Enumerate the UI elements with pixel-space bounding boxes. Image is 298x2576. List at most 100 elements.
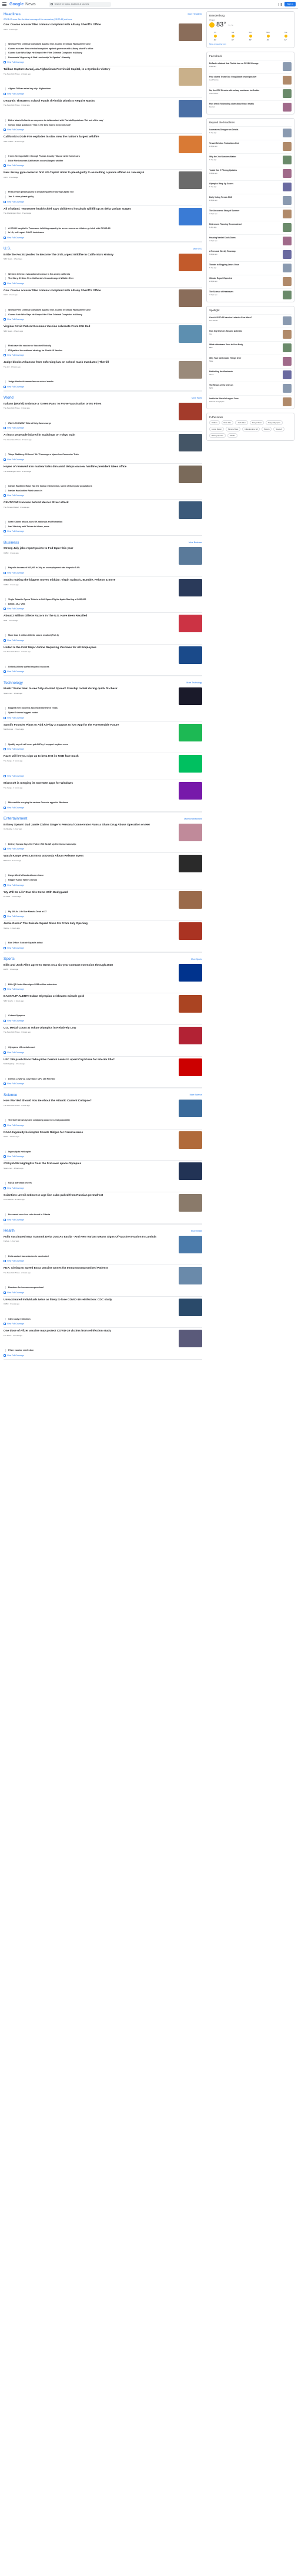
related-article-title[interactable]: SpaceX shows biggest rocket xyxy=(8,712,38,714)
sidebar-article-title[interactable]: The Return of the Drive-In xyxy=(209,384,281,386)
article-thumbnail[interactable] xyxy=(179,1100,202,1118)
topic-chip[interactable]: Tokyo Olympics xyxy=(266,420,283,425)
sidebar-thumbnail[interactable] xyxy=(283,103,292,112)
sidebar-article-title[interactable]: A Personal Weekly Roundup xyxy=(209,250,281,252)
sidebar-thumbnail[interactable] xyxy=(283,210,292,218)
full-coverage-link[interactable]: View Full Coverage xyxy=(4,282,202,285)
full-coverage-link[interactable]: View Full Coverage xyxy=(4,1218,202,1221)
sidebar-article-title[interactable]: Tenant Eviction Protections End xyxy=(209,142,281,144)
topic-chip[interactable]: Josh Allen xyxy=(235,420,248,425)
related-article-title[interactable]: ICU patient in a national strategy for C… xyxy=(8,349,62,352)
article-thumbnail[interactable] xyxy=(179,361,202,379)
article-title[interactable]: Musk: 'Some time' to see fully-stacked S… xyxy=(4,687,175,691)
related-article-title[interactable]: Derrick Lewis vs. Ciryl Gane: UFC 265 Pr… xyxy=(8,1078,55,1081)
full-coverage-link[interactable]: View Full Coverage xyxy=(4,1083,202,1085)
article-title[interactable]: Unvaccinated individuals twice as likely… xyxy=(4,1299,175,1302)
article-title[interactable]: California's Dixie Fire explodes in size… xyxy=(4,136,175,139)
full-coverage-link[interactable]: View Full Coverage xyxy=(4,530,202,533)
article-thumbnail[interactable] xyxy=(179,823,202,841)
article-title[interactable]: CENTCOM: Iran was behind Mercer Street a… xyxy=(4,501,175,505)
sidebar-article[interactable]: Why the Job Numbers Matter 1 day ago xyxy=(209,153,292,164)
article-thumbnail[interactable] xyxy=(179,891,202,909)
article-title[interactable]: Gov. Cuomo accuser files criminal compla… xyxy=(4,289,175,293)
full-coverage-link[interactable]: View Full Coverage xyxy=(4,1155,202,1158)
full-coverage-link[interactable]: View Full Coverage xyxy=(4,572,202,575)
related-article-title[interactable]: Microsoft is merging its various Onenote… xyxy=(8,801,68,804)
sidebar-article[interactable]: Inside the World's Largest Cave National … xyxy=(209,395,292,406)
article-title[interactable]: Britney Spears' Dad Jamie Claims Singer'… xyxy=(4,824,175,827)
sidebar-thumbnail[interactable] xyxy=(283,384,292,393)
related-article-title[interactable]: Boosters for immunocompromised xyxy=(8,1286,43,1289)
sidebar-article-title[interactable]: Climate Report Expected xyxy=(209,277,281,279)
apps-grid-icon[interactable] xyxy=(279,2,282,6)
related-article-title[interactable]: Woman Files Criminal Complaint Against G… xyxy=(8,43,91,46)
full-coverage-link[interactable]: View Full Coverage xyxy=(4,748,202,751)
topic-chip[interactable]: Gillette xyxy=(227,433,238,438)
article-title[interactable]: DeSantis Threatens School Funds If Flori… xyxy=(4,100,175,103)
full-coverage-link[interactable]: View Full Coverage xyxy=(4,458,202,461)
related-article-title[interactable]: Dixie Fire becomes California's second-l… xyxy=(8,160,63,163)
article-thumbnail[interactable] xyxy=(179,402,202,420)
sidebar-thumbnail[interactable] xyxy=(283,142,292,151)
weather-more-link[interactable]: More on weather.com xyxy=(209,43,292,45)
sidebar-article-title[interactable]: No, the CDC Director did not say masks a… xyxy=(209,89,281,92)
article-thumbnail[interactable] xyxy=(179,782,202,800)
full-coverage-link[interactable]: View Full Coverage xyxy=(4,1019,202,1022)
related-article-title[interactable]: Preserved cave lion cubs found in Siberi… xyxy=(8,1213,50,1216)
article-thumbnail[interactable] xyxy=(179,171,202,190)
article-thumbnail[interactable] xyxy=(179,755,202,773)
topic-chip[interactable]: Taliban xyxy=(209,420,220,425)
related-article-title[interactable]: First wave the vaccine or Vaccine Ethica… xyxy=(8,345,51,348)
section-title[interactable]: Entertainment xyxy=(4,817,27,821)
topic-chip[interactable]: Dixie Fire xyxy=(221,420,234,425)
related-article-title[interactable]: 5 men fleeing wildfire through Plumas Co… xyxy=(8,155,80,158)
article-thumbnail[interactable] xyxy=(179,325,202,343)
full-coverage-link[interactable]: View Full Coverage xyxy=(4,1124,202,1127)
related-article-title[interactable]: Cuomo accuser files criminal complaint a… xyxy=(8,48,93,50)
sidebar-article[interactable]: Why Your Cat Knocks Things Over Slate xyxy=(209,355,292,366)
sidebar-thumbnail[interactable] xyxy=(283,156,292,164)
temp-unit-toggle[interactable]: °F | °C xyxy=(228,24,233,26)
topic-chip[interactable]: Bitcoin xyxy=(262,427,272,431)
sidebar-article[interactable]: The Return of the Drive-In NPR xyxy=(209,382,292,393)
related-article-title[interactable]: Israel Claims attack, says UK nationals … xyxy=(8,521,62,524)
full-coverage-link[interactable]: View Full Coverage xyxy=(4,354,202,357)
topic-chip[interactable]: Britney Spears xyxy=(209,433,226,438)
article-thumbnail[interactable] xyxy=(179,579,202,597)
article-title[interactable]: New Jersey gym owner in first US Capitol… xyxy=(4,171,175,175)
section-title[interactable]: U.S. xyxy=(4,247,11,251)
related-article-title[interactable]: BKNG, JNJ, VRS xyxy=(8,603,25,606)
sidebar-article-title[interactable]: How Gig Workers Became Activists xyxy=(209,330,281,332)
full-coverage-link[interactable]: View Full Coverage xyxy=(4,1323,202,1326)
section-more-link[interactable]: More U.S. xyxy=(193,248,202,250)
article-title[interactable]: How Worried Should You Be About the Atla… xyxy=(4,1100,175,1103)
related-article-title[interactable]: Woman Files Criminal Complaint Against G… xyxy=(8,309,91,312)
article-thumbnail[interactable] xyxy=(179,434,202,452)
article-title[interactable]: Taliban Capture Zaranj, an Afghanistan P… xyxy=(4,68,175,72)
article-thumbnail[interactable] xyxy=(179,1026,202,1044)
sidebar-article-title[interactable]: Early Voting Trends Shift xyxy=(209,196,281,198)
article-title[interactable]: Microsoft is merging its OneNote apps fo… xyxy=(4,782,175,785)
related-article-title[interactable]: Democrats' Hypocrisy & Bad Leadership 'I… xyxy=(8,56,70,59)
sidebar-thumbnail[interactable] xyxy=(283,62,292,71)
article-thumbnail[interactable] xyxy=(179,1267,202,1285)
news-logo[interactable]: News xyxy=(25,2,36,6)
full-coverage-link[interactable]: View Full Coverage xyxy=(4,1051,202,1054)
sidebar-thumbnail[interactable] xyxy=(283,343,292,352)
related-article-title[interactable]: Jan. 6 rioter pleads guilty xyxy=(8,195,34,198)
article-thumbnail[interactable] xyxy=(179,1298,202,1316)
related-article-title[interactable]: CDC study reinfection xyxy=(8,1318,31,1321)
sidebar-thumbnail[interactable] xyxy=(283,129,292,137)
weather-card[interactable]: Brandenburg Chapel 83° °F | °C Fri 86° Sat 90° S… xyxy=(206,11,294,48)
article-title[interactable]: About 2 Million Gillette Razors In The U… xyxy=(4,615,175,618)
sidebar-article[interactable]: 'Inside Out 2' Filming Updates 3 days ago xyxy=(209,167,292,178)
related-article-title[interactable]: A COVID hospital in Tennessee is hitting… xyxy=(8,227,111,230)
full-coverage-link[interactable]: View Full Coverage xyxy=(4,988,202,991)
full-coverage-link[interactable]: View Full Coverage xyxy=(4,129,202,132)
article-thumbnail[interactable] xyxy=(179,855,202,873)
sidebar-thumbnail[interactable] xyxy=(283,264,292,272)
related-article-title[interactable]: Bills QB Josh Allen signs $258 million e… xyxy=(8,983,57,986)
sidebar-article-title[interactable]: Post claims Texas Gov. Greg Abbott teste… xyxy=(209,76,281,78)
section-title[interactable]: Health xyxy=(4,1229,15,1233)
related-article-title[interactable]: Ingenuity to Helicopter xyxy=(8,1151,31,1154)
